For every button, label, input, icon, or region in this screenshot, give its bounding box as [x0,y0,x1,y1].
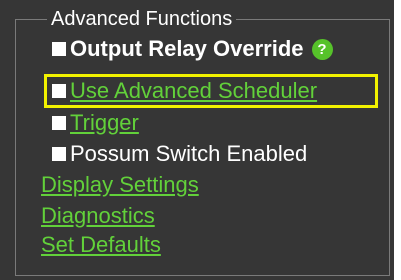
trigger-link[interactable]: Trigger [70,110,139,136]
use-advanced-scheduler-checkbox[interactable] [52,84,66,98]
possum-switch-enabled-label: Possum Switch Enabled [70,141,308,166]
option-trigger: Trigger [52,109,139,137]
output-relay-override-checkbox[interactable] [52,42,66,56]
diagnostics-link[interactable]: Diagnostics [41,203,155,229]
group-title: Advanced Functions [47,7,237,31]
possum-switch-enabled-checkbox[interactable] [52,147,66,161]
output-relay-override-label: Output Relay Override [70,36,304,61]
trigger-checkbox[interactable] [52,116,66,130]
use-advanced-scheduler-link[interactable]: Use Advanced Scheduler [70,78,317,104]
question-icon[interactable]: ? [311,38,333,60]
display-settings-link[interactable]: Display Settings [41,172,199,198]
option-possum-switch-enabled: Possum Switch Enabled [52,140,307,168]
option-use-advanced-scheduler: Use Advanced Scheduler [52,77,317,105]
option-output-relay-override: Output Relay Override ? [52,35,333,63]
advanced-functions-panel: Advanced Functions Output Relay Override… [0,0,394,280]
set-defaults-link[interactable]: Set Defaults [41,232,161,258]
